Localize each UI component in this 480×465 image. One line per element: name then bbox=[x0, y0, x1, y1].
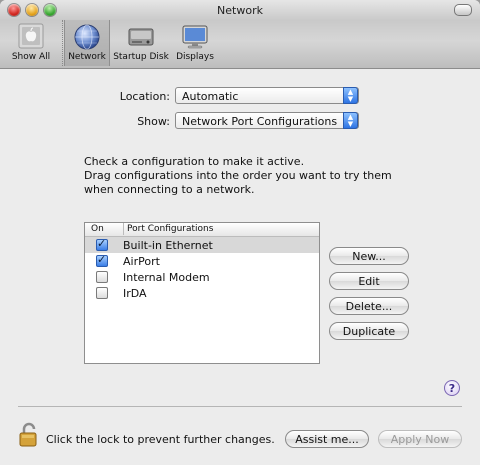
show-value: Network Port Configurations bbox=[182, 115, 338, 128]
row-name: AirPort bbox=[123, 255, 160, 268]
column-header-port[interactable]: Port Configurations bbox=[123, 223, 213, 235]
table-header: On Port Configurations bbox=[85, 223, 319, 237]
row-checkbox[interactable] bbox=[96, 271, 108, 283]
row-name: IrDA bbox=[123, 287, 147, 300]
lock-icon[interactable] bbox=[18, 422, 40, 448]
port-configurations-table[interactable]: On Port Configurations Built-in Ethernet… bbox=[84, 222, 320, 364]
new-button[interactable]: New... bbox=[329, 247, 409, 265]
apply-now-button[interactable]: Apply Now bbox=[378, 430, 462, 448]
table-row[interactable]: IrDA bbox=[85, 285, 319, 301]
title-toolbar: Network Show All Network Startup Disk Di… bbox=[0, 0, 480, 69]
duplicate-button[interactable]: Duplicate bbox=[329, 322, 409, 340]
location-row: Location: Automatic ▲ ▼ bbox=[100, 87, 370, 105]
toolbar-show-all[interactable]: Show All bbox=[2, 20, 60, 66]
table-row[interactable]: Built-in Ethernet bbox=[85, 237, 319, 253]
location-popup[interactable]: Automatic ▲ ▼ bbox=[175, 87, 359, 104]
row-name: Built-in Ethernet bbox=[123, 239, 213, 252]
assist-me-button[interactable]: Assist me... bbox=[285, 430, 369, 448]
help-button[interactable]: ? bbox=[444, 380, 460, 396]
network-globe-icon bbox=[74, 24, 100, 50]
toolbar-toggle-button[interactable] bbox=[454, 4, 472, 16]
toolbar-network[interactable]: Network bbox=[64, 20, 110, 66]
lock-text: Click the lock to prevent further change… bbox=[46, 433, 275, 446]
toolbar-label: Startup Disk bbox=[113, 52, 169, 62]
instructions-line-2: Drag configurations into the order you w… bbox=[84, 169, 392, 196]
location-value: Automatic bbox=[182, 90, 239, 103]
toolbar-displays[interactable]: Displays bbox=[172, 20, 218, 66]
row-name: Internal Modem bbox=[123, 271, 210, 284]
network-preferences-window: Network Show All Network Startup Disk Di… bbox=[0, 0, 480, 465]
divider bbox=[18, 406, 462, 407]
toolbar-label: Displays bbox=[176, 52, 214, 62]
edit-button[interactable]: Edit bbox=[329, 272, 409, 290]
show-row: Show: Network Port Configurations ▲ ▼ bbox=[100, 112, 370, 130]
location-label: Location: bbox=[119, 90, 170, 103]
display-monitor-icon bbox=[182, 25, 208, 49]
toolbar-startup-disk[interactable]: Startup Disk bbox=[112, 20, 170, 66]
show-label: Show: bbox=[137, 115, 170, 128]
toolbar: Show All Network Startup Disk Displays bbox=[0, 18, 480, 66]
column-header-on[interactable]: On bbox=[91, 224, 104, 234]
popup-arrows-icon: ▲ ▼ bbox=[343, 112, 358, 129]
table-row[interactable]: Internal Modem bbox=[85, 269, 319, 285]
table-row[interactable]: AirPort bbox=[85, 253, 319, 269]
row-checkbox[interactable] bbox=[96, 253, 108, 267]
toolbar-label: Network bbox=[68, 52, 106, 62]
row-checkbox[interactable] bbox=[96, 287, 108, 299]
row-checkbox[interactable] bbox=[96, 237, 108, 251]
instructions-line-1: Check a configuration to make it active. bbox=[84, 155, 305, 168]
hard-disk-icon bbox=[128, 28, 154, 46]
delete-button[interactable]: Delete... bbox=[329, 297, 409, 315]
apple-icon bbox=[18, 23, 44, 49]
show-popup[interactable]: Network Port Configurations ▲ ▼ bbox=[175, 112, 359, 129]
popup-arrows-icon: ▲ ▼ bbox=[343, 87, 358, 104]
toolbar-label: Show All bbox=[11, 52, 51, 62]
window-title: Network bbox=[217, 4, 263, 17]
instructions-text: Check a configuration to make it active.… bbox=[84, 155, 424, 197]
